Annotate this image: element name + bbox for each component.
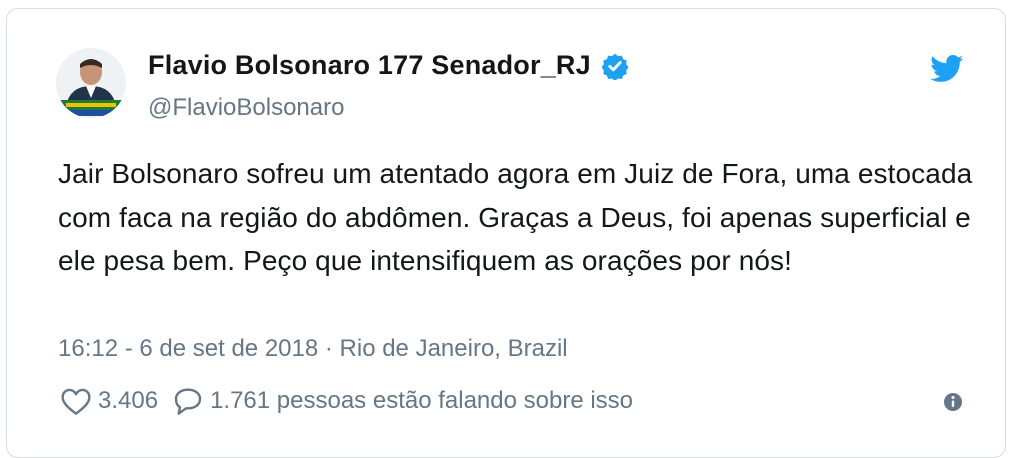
verified-badge-icon — [601, 53, 629, 80]
conversation-action[interactable]: 1.761 pessoas estão falando sobre isso — [172, 386, 633, 416]
author-name-row: Flavio Bolsonaro 177 Senador_RJ — [148, 50, 629, 81]
tweet-timestamp-location[interactable]: 16:12 - 6 de set de 2018 · Rio de Janeir… — [58, 335, 568, 363]
speech-bubble-icon — [174, 388, 202, 415]
heart-icon — [61, 388, 91, 416]
tweet-text: Jair Bolsonaro sofreu um atentado agora … — [58, 158, 973, 276]
avatar[interactable] — [56, 48, 126, 118]
like-count: 3.406 — [98, 387, 159, 414]
info-icon[interactable] — [943, 392, 963, 412]
tweet-actions: 3.406 1.761 pessoas estão falando sobre … — [60, 386, 633, 416]
author-display-name[interactable]: Flavio Bolsonaro 177 Senador_RJ — [148, 50, 591, 81]
twitter-bird-icon[interactable] — [930, 55, 964, 83]
author-handle[interactable]: @FlavioBolsonaro — [148, 94, 344, 122]
conversation-count: 1.761 pessoas estão falando sobre isso — [210, 387, 634, 414]
like-action[interactable]: 3.406 — [60, 386, 158, 416]
